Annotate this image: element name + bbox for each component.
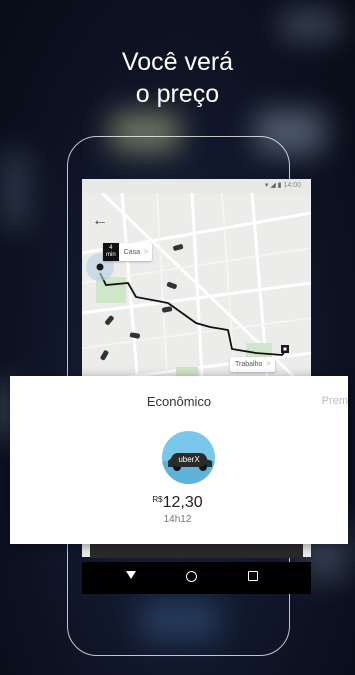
bokeh-light (280, 10, 340, 40)
product-name-badge: uberX (171, 453, 207, 467)
headline: Você verá o preço (0, 46, 355, 110)
bokeh-light (0, 150, 30, 230)
signal-icon: ◢ (270, 182, 276, 189)
nav-recent-icon[interactable] (248, 571, 258, 581)
back-arrow-icon[interactable]: ← (92, 213, 108, 229)
origin-pill[interactable]: 4 min Casa > (103, 243, 153, 261)
headline-line-2: o preço (135, 80, 220, 108)
nav-home-icon[interactable] (186, 571, 197, 582)
category-title[interactable]: Econômico (10, 394, 348, 409)
status-bar: ▾ ◢ ▮ 14:00 (82, 179, 311, 193)
nav-back-icon[interactable] (126, 571, 136, 579)
destination-label: Trabalho (235, 361, 263, 368)
headline-line-1: Você verá (121, 48, 234, 76)
eta-value: 4 (109, 245, 113, 251)
origin-label: Casa (123, 248, 141, 256)
fare-price: R$12,30 (0, 494, 355, 512)
next-category-tab[interactable]: Prem (322, 395, 348, 407)
chevron-right-icon: > (144, 248, 149, 256)
eta-unit: min (106, 252, 116, 258)
wifi-icon: ▾ (264, 182, 269, 189)
eta-badge: 4 min (103, 243, 119, 261)
destination-pill[interactable]: Trabalho > (230, 357, 276, 372)
android-nav-bar (82, 562, 311, 594)
chevron-right-icon: > (266, 361, 271, 368)
arrival-time: 14h12 (163, 514, 192, 525)
request-bar[interactable] (90, 544, 303, 558)
currency-symbol: R$ (152, 495, 163, 504)
battery-icon: ▮ (277, 182, 282, 189)
price-value: 12,30 (162, 494, 203, 511)
status-time: 14:00 (283, 182, 301, 189)
